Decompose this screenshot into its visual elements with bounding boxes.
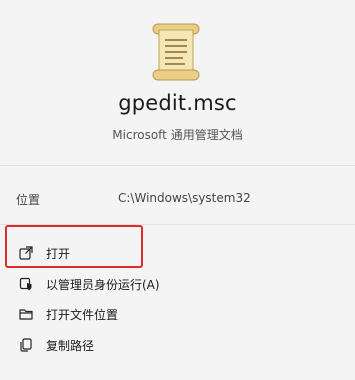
run-as-admin-action[interactable]: 以管理员身份运行(A) bbox=[10, 269, 340, 299]
divider bbox=[0, 165, 355, 166]
copy-icon bbox=[18, 337, 34, 353]
scroll-document-icon bbox=[147, 20, 205, 84]
open-file-location-label: 打开文件位置 bbox=[46, 307, 119, 322]
location-label: 位置 bbox=[16, 193, 41, 207]
file-details-panel: gpedit.msc Microsoft 通用管理文档 位置 C:\Window… bbox=[0, 0, 355, 380]
shield-admin-icon bbox=[18, 276, 34, 292]
open-file-location-action[interactable]: 打开文件位置 bbox=[10, 299, 340, 329]
highlight-box bbox=[5, 225, 143, 268]
folder-icon bbox=[18, 306, 34, 322]
file-type: Microsoft 通用管理文档 bbox=[112, 128, 243, 142]
run-as-admin-label: 以管理员身份运行(A) bbox=[46, 277, 160, 292]
copy-path-action[interactable]: 复制路径 bbox=[10, 330, 340, 360]
file-name: gpedit.msc bbox=[118, 91, 237, 115]
location-value: C:\Windows\system32 bbox=[118, 191, 251, 205]
copy-path-label: 复制路径 bbox=[46, 338, 95, 353]
